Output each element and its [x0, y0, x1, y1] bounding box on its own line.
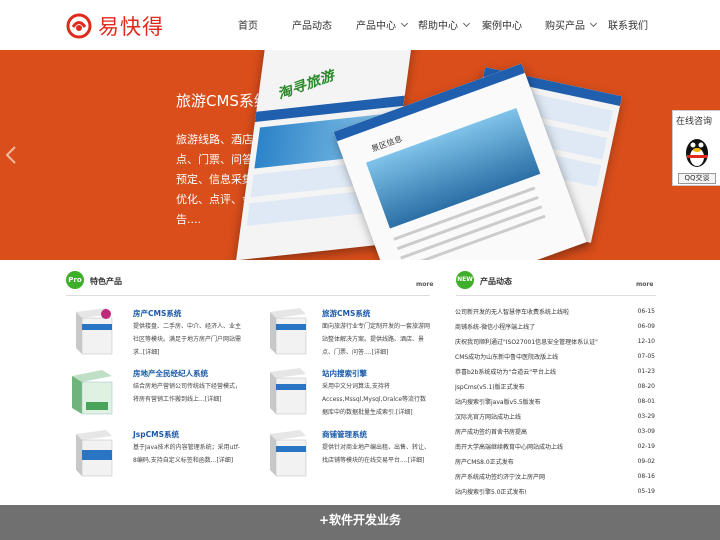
news-title[interactable]: 南开大学高端继续教育中心网站成功上线	[455, 442, 563, 451]
product-box-image[interactable]	[68, 366, 114, 416]
product-box-image[interactable]	[262, 306, 308, 356]
news-item[interactable]: CMS成功为山东新中鲁中医院改版上线 07-05	[455, 349, 655, 364]
news-date: 08-16	[637, 473, 655, 480]
news-item[interactable]: 房产成功签约首舍书房提高 03-09	[455, 424, 655, 439]
news-title[interactable]: 庆祝我司顺利通过"ISO27001信息安全管理体系认证"	[455, 337, 598, 346]
main-nav: 首页 产品动态 产品中心 帮助中心 案例中心 购买产品 联系我们	[0, 0, 720, 50]
product-title-link[interactable]: 房地产全民经纪人系统	[133, 368, 208, 379]
news-item[interactable]: 房产CMS8.0正式发布 09-02	[455, 454, 655, 469]
nav-contact[interactable]: 联系我们	[608, 17, 648, 32]
qq-chat-button[interactable]: QQ交谈	[678, 173, 716, 184]
news-title[interactable]: 站内搜索引擎5.0正式发布!	[455, 487, 527, 496]
news-item[interactable]: 商铺系统-微信小程序端上线了 06-09	[455, 319, 655, 334]
news-title[interactable]: 房产成功签约首舍书房提高	[455, 427, 527, 436]
nav-home[interactable]: 首页	[238, 17, 258, 32]
news-item[interactable]: 房产系统成功签约济宁汶上房产网 08-16	[455, 469, 655, 484]
news-item[interactable]: 庆祝我司顺利通过"ISO27001信息安全管理体系认证" 12-10	[455, 334, 655, 349]
nav-label: 案例中心	[482, 21, 522, 32]
news-date: 08-20	[637, 383, 655, 390]
nav-label: 帮助中心	[418, 21, 458, 32]
news-date: 03-29	[637, 413, 655, 420]
product-description: 提供针对商业地产编出租、出售、转让、找店铺等模块的在线交易平台....[详细]	[322, 444, 431, 464]
news-date: 07-05	[637, 353, 655, 360]
news-item[interactable]: 站内搜索引擎5.0正式发布! 05-19	[455, 484, 655, 499]
news-date: 06-15	[637, 308, 655, 315]
product-title-link[interactable]: 商铺管理系统	[322, 429, 367, 440]
site-header: 易快得 首页 产品动态 产品中心 帮助中心 案例中心 购买产品 联系我们	[0, 0, 720, 50]
nav-label: 购买产品	[545, 21, 585, 32]
nav-buy[interactable]: 购买产品	[545, 17, 598, 32]
news-title[interactable]: 站内搜索引擎java版v5.5版发布	[455, 397, 541, 406]
news-date: 08-01	[637, 398, 655, 405]
section-title: 产品动态	[480, 277, 512, 286]
news-title[interactable]: 房产CMS8.0正式发布	[455, 457, 514, 466]
page: 易快得 首页 产品动态 产品中心 帮助中心 案例中心 购买产品 联系我们 旅游C…	[0, 0, 720, 540]
product-title-link[interactable]: 站内搜索引擎	[322, 368, 367, 379]
nav-cases[interactable]: 案例中心	[482, 17, 522, 32]
product-description: 结合房地产营销公司传统线下经营模式，将房有营销工作搬到线上...[详细]	[133, 383, 242, 403]
news-title[interactable]: 汉际兆官方网站成功上线	[455, 412, 521, 421]
news-title[interactable]: 商铺系统-微信小程序端上线了	[455, 322, 535, 331]
product-title-link[interactable]: JspCMS系统	[133, 429, 179, 440]
section-title: 特色产品	[90, 277, 122, 286]
nav-label: 产品中心	[356, 21, 396, 32]
news-item[interactable]: JspCms(v5.1)版正式发布 08-20	[455, 379, 655, 394]
nav-product-center[interactable]: 产品中心	[356, 17, 409, 32]
software-dev-bar[interactable]: +软件开发业务	[0, 505, 720, 540]
news-item[interactable]: 汉际兆官方网站成功上线 03-29	[455, 409, 655, 424]
divider	[66, 295, 430, 296]
pro-badge: Pro	[66, 271, 84, 289]
product-title-link[interactable]: 旅游CMS系统	[322, 308, 370, 319]
qq-title: 在线咨询	[676, 117, 713, 127]
nav-label: 首页	[238, 21, 258, 32]
chevron-down-icon	[462, 19, 471, 27]
mockup-image	[366, 107, 541, 229]
new-badge: NEW	[456, 271, 474, 289]
product-title-link[interactable]: 房产CMS系统	[133, 308, 181, 319]
news-date: 02-19	[637, 443, 655, 450]
more-link[interactable]: more	[416, 281, 433, 288]
nav-help-center[interactable]: 帮助中心	[418, 17, 471, 32]
news-title[interactable]: CMS成功为山东新中鲁中医院改版上线	[455, 352, 558, 361]
nav-product-news[interactable]: 产品动态	[292, 17, 332, 32]
product-description: 提供楼盘、二手房、中介、经济人、业主社区等模块。满足于地方房产门户网站需求..[…	[133, 323, 242, 356]
more-link[interactable]: more	[636, 281, 653, 288]
chevron-left-icon[interactable]	[4, 145, 18, 165]
news-item[interactable]: 恭喜b2b系统成功为"合道云"平台上线 01-23	[455, 364, 655, 379]
product-box-image[interactable]	[68, 428, 114, 478]
news-item[interactable]: 南开大学高端继续教育中心网站成功上线 02-19	[455, 439, 655, 454]
news-date: 06-09	[637, 323, 655, 330]
hero-banner[interactable]: 旅游CMS系统 旅游线路、酒店、景点、门票、问答、在线预定、信息采集、SEO优化…	[0, 50, 720, 260]
nav-label: 产品动态	[292, 21, 332, 32]
product-description: 面向旅游行业专门定制开发的一套旅游网站整体解决方案。提供线路、酒店、景点、门票、…	[322, 323, 431, 356]
nav-label: 联系我们	[608, 21, 648, 32]
news-title[interactable]: 房产系统成功签约济宁汶上房产网	[455, 472, 545, 481]
news-date: 01-23	[637, 368, 655, 375]
divider	[456, 295, 656, 296]
product-description: 采用中文分词算法,支持将Access,Mssql,Mysql,Oralce等流行…	[322, 383, 427, 416]
news-title[interactable]: 公司新开发的无人智慧停车收费系统上线啦	[455, 307, 569, 316]
qq-penguin-icon	[686, 139, 708, 167]
banner-title: 旅游CMS系统	[176, 92, 269, 110]
news-date: 05-19	[637, 488, 655, 495]
news-date: 12-10	[637, 338, 655, 345]
product-box-image[interactable]	[68, 306, 114, 356]
chevron-down-icon	[589, 19, 598, 27]
news-item[interactable]: 站内搜索引擎java版v5.5版发布 08-01	[455, 394, 655, 409]
news-item[interactable]: 公司新开发的无人智慧停车收费系统上线啦 06-15	[455, 304, 655, 319]
news-title[interactable]: 恭喜b2b系统成功为"合道云"平台上线	[455, 367, 556, 376]
news-date: 09-02	[637, 458, 655, 465]
news-title[interactable]: JspCms(v5.1)版正式发布	[455, 382, 525, 391]
news-date: 03-09	[637, 428, 655, 435]
qq-consult-widget[interactable]: 在线咨询 QQ交谈	[672, 110, 720, 186]
product-box-image[interactable]	[262, 366, 308, 416]
product-description: 基于Java技术的内容管理系统；采用utf-8编码,支持自定义标签和函数...[…	[133, 444, 240, 464]
chevron-down-icon	[400, 19, 409, 27]
product-box-image[interactable]	[262, 428, 308, 478]
